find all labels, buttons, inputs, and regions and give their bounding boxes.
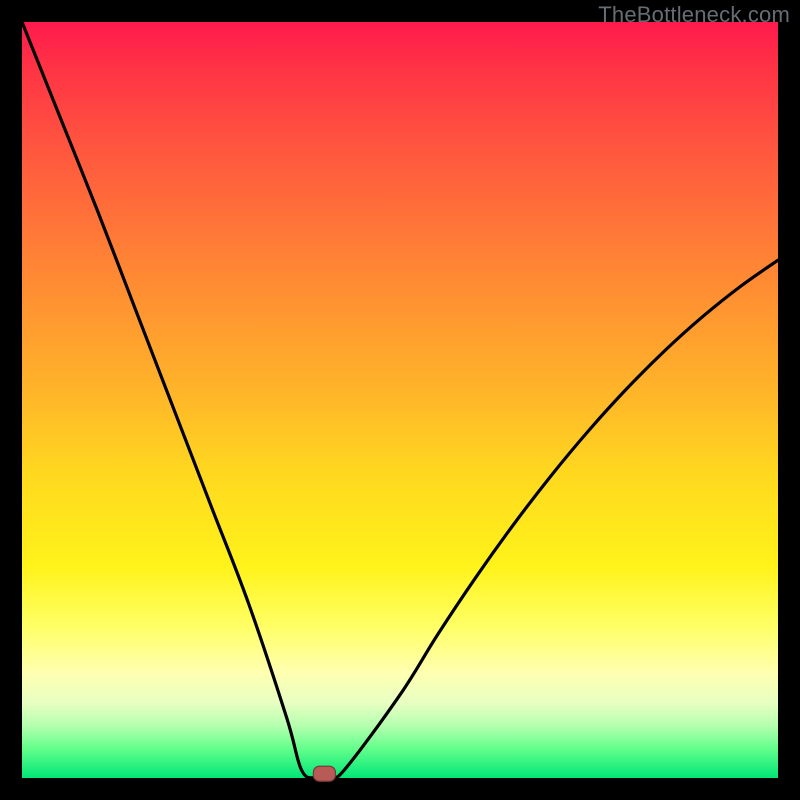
watermark-text: TheBottleneck.com (598, 2, 790, 28)
chart-frame: TheBottleneck.com (0, 0, 800, 800)
curve-svg (22, 22, 778, 778)
bottleneck-curve (22, 22, 778, 779)
optimal-point-marker (313, 766, 335, 781)
plot-area (22, 22, 778, 778)
